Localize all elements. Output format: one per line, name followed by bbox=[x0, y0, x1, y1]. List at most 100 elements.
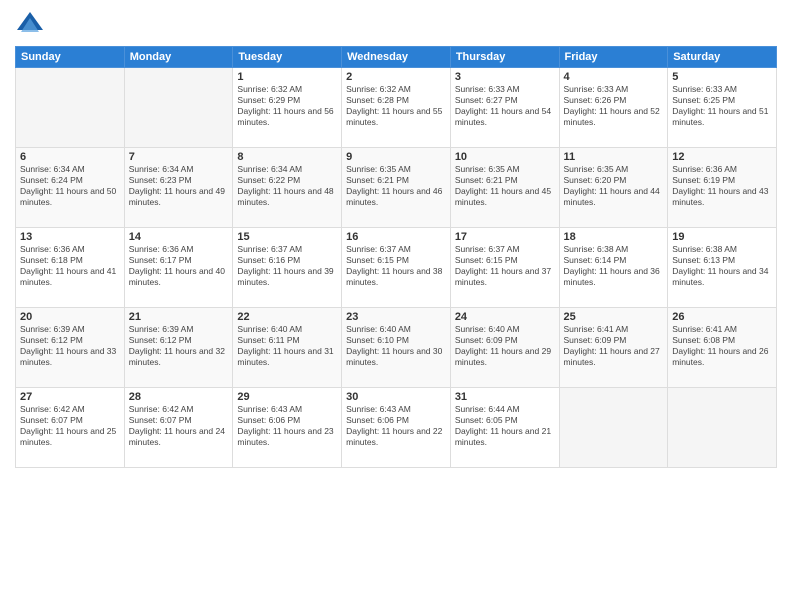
day-number: 11 bbox=[564, 151, 664, 163]
day-number: 10 bbox=[455, 151, 555, 163]
day-number: 18 bbox=[564, 231, 664, 243]
calendar-cell bbox=[668, 388, 777, 468]
calendar-cell bbox=[16, 68, 125, 148]
calendar-cell: 4Sunrise: 6:33 AMSunset: 6:26 PMDaylight… bbox=[559, 68, 668, 148]
calendar-cell: 26Sunrise: 6:41 AMSunset: 6:08 PMDayligh… bbox=[668, 308, 777, 388]
day-number: 30 bbox=[346, 391, 446, 403]
day-info: Sunrise: 6:35 AMSunset: 6:21 PMDaylight:… bbox=[455, 164, 555, 208]
calendar-cell bbox=[124, 68, 233, 148]
day-info: Sunrise: 6:32 AMSunset: 6:28 PMDaylight:… bbox=[346, 84, 446, 128]
day-number: 8 bbox=[237, 151, 337, 163]
calendar-cell: 20Sunrise: 6:39 AMSunset: 6:12 PMDayligh… bbox=[16, 308, 125, 388]
calendar-cell: 19Sunrise: 6:38 AMSunset: 6:13 PMDayligh… bbox=[668, 228, 777, 308]
calendar-cell: 24Sunrise: 6:40 AMSunset: 6:09 PMDayligh… bbox=[450, 308, 559, 388]
calendar-cell: 15Sunrise: 6:37 AMSunset: 6:16 PMDayligh… bbox=[233, 228, 342, 308]
calendar-cell: 9Sunrise: 6:35 AMSunset: 6:21 PMDaylight… bbox=[342, 148, 451, 228]
calendar-cell: 3Sunrise: 6:33 AMSunset: 6:27 PMDaylight… bbox=[450, 68, 559, 148]
day-info: Sunrise: 6:36 AMSunset: 6:17 PMDaylight:… bbox=[129, 244, 229, 288]
day-number: 22 bbox=[237, 311, 337, 323]
weekday-header-monday: Monday bbox=[124, 47, 233, 68]
week-row-3: 13Sunrise: 6:36 AMSunset: 6:18 PMDayligh… bbox=[16, 228, 777, 308]
day-info: Sunrise: 6:41 AMSunset: 6:08 PMDaylight:… bbox=[672, 324, 772, 368]
day-number: 21 bbox=[129, 311, 229, 323]
calendar-cell: 29Sunrise: 6:43 AMSunset: 6:06 PMDayligh… bbox=[233, 388, 342, 468]
day-info: Sunrise: 6:33 AMSunset: 6:27 PMDaylight:… bbox=[455, 84, 555, 128]
weekday-header-row: SundayMondayTuesdayWednesdayThursdayFrid… bbox=[16, 47, 777, 68]
day-number: 3 bbox=[455, 71, 555, 83]
day-number: 23 bbox=[346, 311, 446, 323]
calendar-cell: 23Sunrise: 6:40 AMSunset: 6:10 PMDayligh… bbox=[342, 308, 451, 388]
weekday-header-thursday: Thursday bbox=[450, 47, 559, 68]
day-info: Sunrise: 6:41 AMSunset: 6:09 PMDaylight:… bbox=[564, 324, 664, 368]
day-info: Sunrise: 6:34 AMSunset: 6:24 PMDaylight:… bbox=[20, 164, 120, 208]
day-info: Sunrise: 6:43 AMSunset: 6:06 PMDaylight:… bbox=[237, 404, 337, 448]
calendar-cell: 21Sunrise: 6:39 AMSunset: 6:12 PMDayligh… bbox=[124, 308, 233, 388]
day-info: Sunrise: 6:38 AMSunset: 6:13 PMDaylight:… bbox=[672, 244, 772, 288]
day-number: 9 bbox=[346, 151, 446, 163]
day-info: Sunrise: 6:42 AMSunset: 6:07 PMDaylight:… bbox=[129, 404, 229, 448]
week-row-5: 27Sunrise: 6:42 AMSunset: 6:07 PMDayligh… bbox=[16, 388, 777, 468]
calendar-cell: 25Sunrise: 6:41 AMSunset: 6:09 PMDayligh… bbox=[559, 308, 668, 388]
day-info: Sunrise: 6:33 AMSunset: 6:25 PMDaylight:… bbox=[672, 84, 772, 128]
calendar-cell bbox=[559, 388, 668, 468]
day-info: Sunrise: 6:36 AMSunset: 6:19 PMDaylight:… bbox=[672, 164, 772, 208]
calendar-cell: 27Sunrise: 6:42 AMSunset: 6:07 PMDayligh… bbox=[16, 388, 125, 468]
logo bbox=[15, 10, 49, 40]
day-number: 25 bbox=[564, 311, 664, 323]
weekday-header-saturday: Saturday bbox=[668, 47, 777, 68]
calendar-cell: 2Sunrise: 6:32 AMSunset: 6:28 PMDaylight… bbox=[342, 68, 451, 148]
day-number: 6 bbox=[20, 151, 120, 163]
calendar-cell: 28Sunrise: 6:42 AMSunset: 6:07 PMDayligh… bbox=[124, 388, 233, 468]
day-info: Sunrise: 6:36 AMSunset: 6:18 PMDaylight:… bbox=[20, 244, 120, 288]
day-info: Sunrise: 6:37 AMSunset: 6:16 PMDaylight:… bbox=[237, 244, 337, 288]
weekday-header-sunday: Sunday bbox=[16, 47, 125, 68]
day-info: Sunrise: 6:40 AMSunset: 6:11 PMDaylight:… bbox=[237, 324, 337, 368]
calendar-cell: 7Sunrise: 6:34 AMSunset: 6:23 PMDaylight… bbox=[124, 148, 233, 228]
day-number: 24 bbox=[455, 311, 555, 323]
day-number: 19 bbox=[672, 231, 772, 243]
calendar-cell: 11Sunrise: 6:35 AMSunset: 6:20 PMDayligh… bbox=[559, 148, 668, 228]
calendar-cell: 13Sunrise: 6:36 AMSunset: 6:18 PMDayligh… bbox=[16, 228, 125, 308]
day-info: Sunrise: 6:35 AMSunset: 6:20 PMDaylight:… bbox=[564, 164, 664, 208]
day-number: 17 bbox=[455, 231, 555, 243]
day-info: Sunrise: 6:40 AMSunset: 6:09 PMDaylight:… bbox=[455, 324, 555, 368]
logo-icon bbox=[15, 10, 45, 40]
calendar-cell: 8Sunrise: 6:34 AMSunset: 6:22 PMDaylight… bbox=[233, 148, 342, 228]
calendar-cell: 1Sunrise: 6:32 AMSunset: 6:29 PMDaylight… bbox=[233, 68, 342, 148]
day-number: 13 bbox=[20, 231, 120, 243]
weekday-header-friday: Friday bbox=[559, 47, 668, 68]
day-info: Sunrise: 6:39 AMSunset: 6:12 PMDaylight:… bbox=[20, 324, 120, 368]
day-number: 14 bbox=[129, 231, 229, 243]
day-number: 29 bbox=[237, 391, 337, 403]
calendar-cell: 22Sunrise: 6:40 AMSunset: 6:11 PMDayligh… bbox=[233, 308, 342, 388]
calendar-cell: 30Sunrise: 6:43 AMSunset: 6:06 PMDayligh… bbox=[342, 388, 451, 468]
calendar-cell: 16Sunrise: 6:37 AMSunset: 6:15 PMDayligh… bbox=[342, 228, 451, 308]
day-number: 16 bbox=[346, 231, 446, 243]
calendar-cell: 5Sunrise: 6:33 AMSunset: 6:25 PMDaylight… bbox=[668, 68, 777, 148]
day-number: 27 bbox=[20, 391, 120, 403]
calendar-cell: 12Sunrise: 6:36 AMSunset: 6:19 PMDayligh… bbox=[668, 148, 777, 228]
day-number: 26 bbox=[672, 311, 772, 323]
calendar-cell: 17Sunrise: 6:37 AMSunset: 6:15 PMDayligh… bbox=[450, 228, 559, 308]
day-number: 15 bbox=[237, 231, 337, 243]
calendar-cell: 18Sunrise: 6:38 AMSunset: 6:14 PMDayligh… bbox=[559, 228, 668, 308]
day-number: 2 bbox=[346, 71, 446, 83]
calendar: SundayMondayTuesdayWednesdayThursdayFrid… bbox=[15, 46, 777, 468]
day-number: 28 bbox=[129, 391, 229, 403]
weekday-header-tuesday: Tuesday bbox=[233, 47, 342, 68]
day-info: Sunrise: 6:35 AMSunset: 6:21 PMDaylight:… bbox=[346, 164, 446, 208]
calendar-cell: 6Sunrise: 6:34 AMSunset: 6:24 PMDaylight… bbox=[16, 148, 125, 228]
week-row-2: 6Sunrise: 6:34 AMSunset: 6:24 PMDaylight… bbox=[16, 148, 777, 228]
day-info: Sunrise: 6:40 AMSunset: 6:10 PMDaylight:… bbox=[346, 324, 446, 368]
day-info: Sunrise: 6:37 AMSunset: 6:15 PMDaylight:… bbox=[455, 244, 555, 288]
day-info: Sunrise: 6:34 AMSunset: 6:23 PMDaylight:… bbox=[129, 164, 229, 208]
day-info: Sunrise: 6:44 AMSunset: 6:05 PMDaylight:… bbox=[455, 404, 555, 448]
day-info: Sunrise: 6:38 AMSunset: 6:14 PMDaylight:… bbox=[564, 244, 664, 288]
weekday-header-wednesday: Wednesday bbox=[342, 47, 451, 68]
day-number: 5 bbox=[672, 71, 772, 83]
day-number: 1 bbox=[237, 71, 337, 83]
day-number: 31 bbox=[455, 391, 555, 403]
day-info: Sunrise: 6:42 AMSunset: 6:07 PMDaylight:… bbox=[20, 404, 120, 448]
day-number: 7 bbox=[129, 151, 229, 163]
calendar-cell: 31Sunrise: 6:44 AMSunset: 6:05 PMDayligh… bbox=[450, 388, 559, 468]
